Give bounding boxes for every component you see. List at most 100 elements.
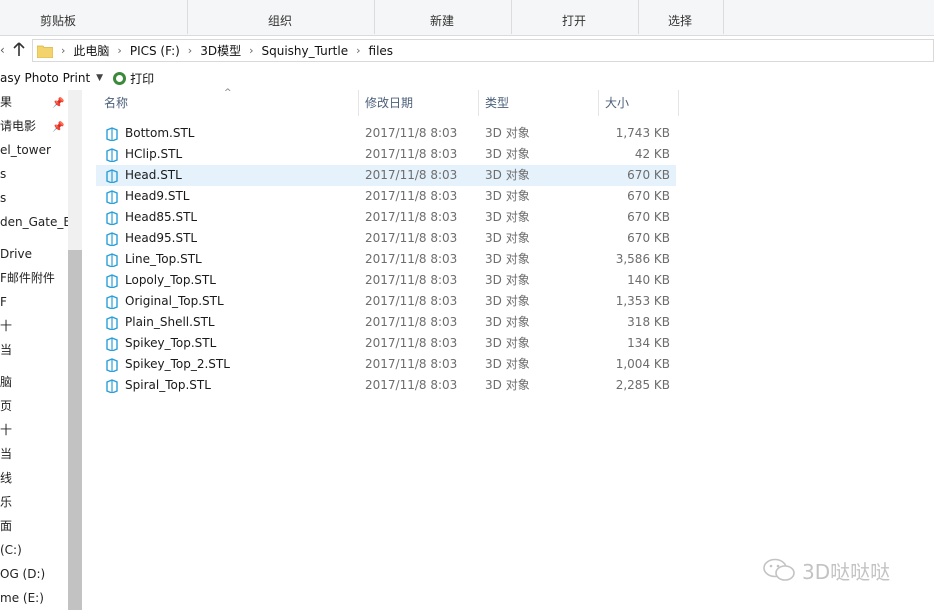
file-type: 3D 对象 <box>485 357 530 371</box>
file-size: 670 KB <box>627 231 670 245</box>
nav-item[interactable]: 乐 <box>0 492 12 512</box>
chevron-down-icon[interactable]: ▼ <box>96 73 103 83</box>
file-modified: 2017/11/8 8:03 <box>365 126 458 140</box>
file-name: Spikey_Top_2.STL <box>125 357 230 371</box>
breadcrumb-separator: › <box>117 44 122 57</box>
file-size: 140 KB <box>627 273 670 287</box>
address-bar[interactable]: › 此电脑 › PICS (F:) › 3D模型 › Squishy_Turtl… <box>32 39 934 62</box>
breadcrumb-squishy-turtle[interactable]: Squishy_Turtle <box>262 44 349 58</box>
file-modified: 2017/11/8 8:03 <box>365 147 458 161</box>
pin-icon[interactable]: 📌 <box>52 122 64 133</box>
file-modified: 2017/11/8 8:03 <box>365 168 458 182</box>
file-row[interactable]: HClip.STL 2017/11/8 8:03 3D 对象 42 KB <box>96 144 676 165</box>
file-modified: 2017/11/8 8:03 <box>365 231 458 245</box>
file-row[interactable]: Spikey_Top_2.STL 2017/11/8 8:03 3D 对象 1,004… <box>96 354 676 375</box>
column-divider[interactable] <box>598 90 599 116</box>
breadcrumb-pics-drive[interactable]: PICS (F:) <box>130 44 180 58</box>
breadcrumb-separator: › <box>356 44 361 57</box>
ribbon-divider <box>187 0 188 34</box>
file-name: HClip.STL <box>125 147 183 161</box>
nav-item[interactable]: 请电影 <box>0 116 36 136</box>
nav-item[interactable]: s <box>0 164 6 184</box>
navigation-bar: ‹ › 此电脑 › PICS (F:) › 3D模型 › Squishy_Tur… <box>0 36 934 64</box>
print-icon <box>113 71 127 85</box>
nav-item[interactable]: s <box>0 188 6 208</box>
file-row[interactable]: Head9.STL 2017/11/8 8:03 3D 对象 670 KB <box>96 186 676 207</box>
file-row[interactable]: Head.STL 2017/11/8 8:03 3D 对象 670 KB <box>96 165 676 186</box>
nav-item[interactable]: 果 <box>0 92 12 112</box>
print-button[interactable]: 打印 <box>130 70 154 87</box>
open-with-app-button[interactable]: asy Photo Print <box>0 71 90 85</box>
file-size: 1,353 KB <box>615 294 670 308</box>
file-row[interactable]: Spiral_Top.STL 2017/11/8 8:03 3D 对象 2,285 K… <box>96 375 676 396</box>
breadcrumb-separator: › <box>187 44 193 57</box>
breadcrumb-this-pc[interactable]: 此电脑 <box>73 42 109 59</box>
file-type: 3D 对象 <box>485 231 530 245</box>
nav-item-drive-c[interactable]: (C:) <box>0 540 22 560</box>
file-type: 3D 对象 <box>485 189 530 203</box>
file-size: 670 KB <box>627 189 670 203</box>
file-row[interactable]: Line_Top.STL 2017/11/8 8:03 3D 对象 3,586 KB <box>96 249 676 270</box>
nav-item[interactable]: 页 <box>0 396 12 416</box>
watermark-text: 3D哒哒哒 <box>802 559 891 584</box>
nav-item[interactable]: 线 <box>0 468 12 488</box>
file-modified: 2017/11/8 8:03 <box>365 315 458 329</box>
nav-item[interactable]: 当 <box>0 444 12 464</box>
nav-item[interactable]: 当 <box>0 340 12 360</box>
file-row[interactable]: Plain_Shell.STL 2017/11/8 8:03 3D 对象 318 KB <box>96 312 676 333</box>
pin-icon[interactable]: 📌 <box>52 98 64 109</box>
column-header-size[interactable]: 大小 <box>605 90 675 116</box>
column-header-name[interactable]: 名称 <box>104 90 354 116</box>
file-row[interactable]: Head95.STL 2017/11/8 8:03 3D 对象 670 KB <box>96 228 676 249</box>
column-divider[interactable] <box>478 90 479 116</box>
column-divider[interactable] <box>358 90 359 116</box>
file-type: 3D 对象 <box>485 336 530 350</box>
up-arrow-icon[interactable] <box>12 41 26 57</box>
file-row[interactable]: Spikey_Top.STL 2017/11/8 8:03 3D 对象 134 KB <box>96 333 676 354</box>
file-type: 3D 对象 <box>485 147 530 161</box>
column-divider[interactable] <box>678 90 679 116</box>
column-header-type[interactable]: 类型 <box>485 90 595 116</box>
file-list: ^ 名称 修改日期 类型 大小 Bottom.STL 2017/11/8 8:03… <box>82 88 934 610</box>
nav-item[interactable]: 面 <box>0 516 12 536</box>
ribbon-group-clipboard: 剪贴板 <box>39 14 76 28</box>
nav-item-drive-e[interactable]: me (E:) <box>0 588 44 608</box>
file-name: Bottom.STL <box>125 126 195 140</box>
file-type: 3D 对象 <box>485 210 530 224</box>
stl-file-icon <box>106 316 118 330</box>
nav-item[interactable]: den_Gate_B <box>0 212 68 232</box>
nav-item[interactable]: F <box>0 292 7 312</box>
file-size: 318 KB <box>627 315 670 329</box>
file-row[interactable]: Lopoly_Top.STL 2017/11/8 8:03 3D 对象 140 KB <box>96 270 676 291</box>
nav-item[interactable]: 十 <box>0 420 12 440</box>
file-type: 3D 对象 <box>485 378 530 392</box>
breadcrumb-separator: › <box>61 44 66 57</box>
nav-item[interactable]: 十 <box>0 316 12 336</box>
nav-item-this-pc[interactable]: 脑 <box>0 372 12 392</box>
breadcrumb-3d-models[interactable]: 3D模型 <box>200 42 241 59</box>
ribbon-group-select: 选择 <box>667 14 692 28</box>
stl-file-icon <box>106 211 118 225</box>
file-row[interactable]: Original_Top.STL 2017/11/8 8:03 3D 对象 1,353… <box>96 291 676 312</box>
nav-item[interactable]: F邮件附件 <box>0 268 55 288</box>
file-size: 3,586 KB <box>615 252 670 266</box>
stl-file-icon <box>106 253 118 267</box>
ribbon-divider <box>374 0 375 34</box>
ribbon-group-open: 打开 <box>561 14 586 28</box>
nav-scrollbar-thumb[interactable] <box>68 250 82 610</box>
file-row[interactable]: Head85.STL 2017/11/8 8:03 3D 对象 670 KB <box>96 207 676 228</box>
nav-item[interactable]: el_tower <box>0 140 51 160</box>
file-modified: 2017/11/8 8:03 <box>365 189 458 203</box>
column-header-modified[interactable]: 修改日期 <box>365 90 475 116</box>
nav-item-drive-d[interactable]: OG (D:) <box>0 564 45 584</box>
ribbon-divider <box>511 0 512 34</box>
stl-file-icon <box>106 358 118 372</box>
stl-file-icon <box>106 148 118 162</box>
command-bar: asy Photo Print ▼ 打印 <box>0 66 934 90</box>
file-row[interactable]: Bottom.STL 2017/11/8 8:03 3D 对象 1,743 KB <box>96 123 676 144</box>
breadcrumb-files[interactable]: files <box>369 44 394 58</box>
back-chevron-icon[interactable]: ‹ <box>0 43 8 57</box>
nav-item-onedrive[interactable]: Drive <box>0 244 32 264</box>
file-size: 1,743 KB <box>615 126 670 140</box>
file-name: Original_Top.STL <box>125 294 224 308</box>
